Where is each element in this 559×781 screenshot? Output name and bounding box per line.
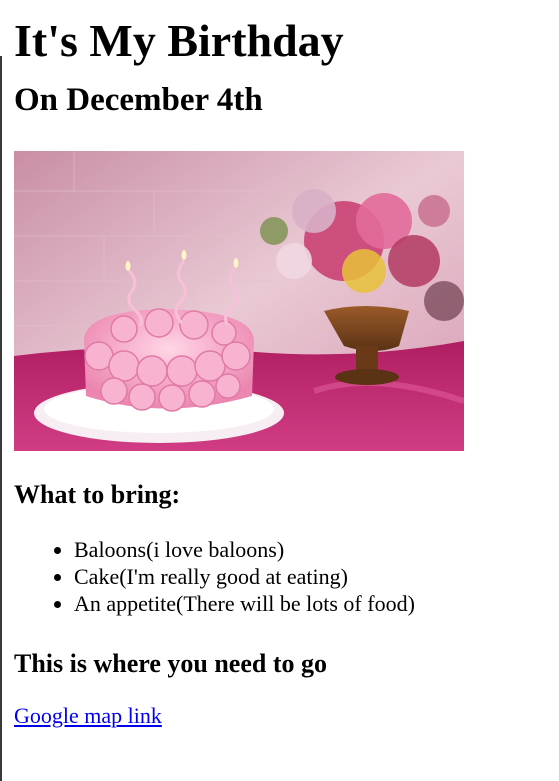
- list-item: Cake(I'm really good at eating): [74, 563, 554, 590]
- location-heading: This is where you need to go: [14, 649, 327, 678]
- list-item: Baloons(i love baloons): [74, 536, 554, 563]
- page-subtitle: On December 4th: [14, 82, 263, 118]
- bring-list: Baloons(i love baloons) Cake(I'm really …: [14, 536, 554, 617]
- list-item: An appetite(There will be lots of food): [74, 590, 554, 617]
- left-border: [0, 56, 2, 781]
- main-content: It's My Birthday On December 4th What to…: [14, 0, 554, 730]
- google-map-link[interactable]: Google map link: [14, 702, 162, 730]
- page: It's My Birthday On December 4th What to…: [0, 0, 559, 781]
- bring-heading: What to bring:: [14, 480, 181, 509]
- page-title: It's My Birthday: [14, 15, 344, 66]
- birthday-cake-image: [14, 151, 464, 451]
